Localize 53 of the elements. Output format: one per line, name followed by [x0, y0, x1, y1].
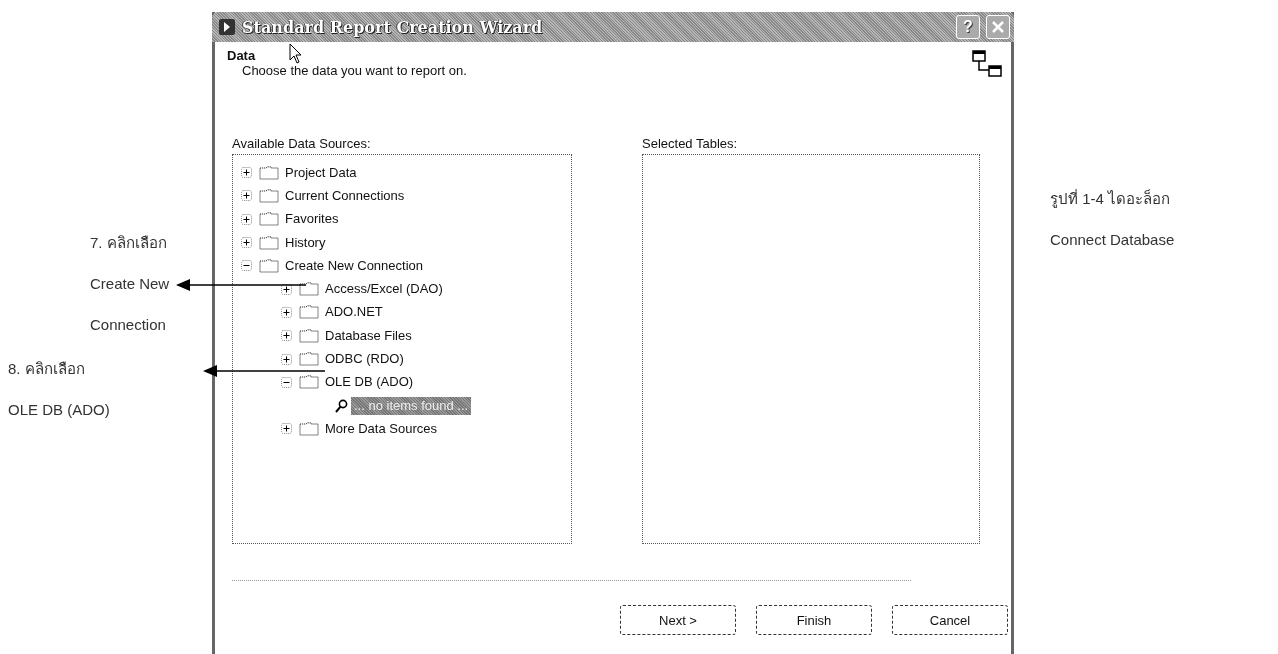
expand-icon[interactable] — [281, 283, 292, 295]
expand-icon[interactable] — [281, 330, 292, 342]
folder-icon — [299, 352, 319, 366]
folder-icon — [259, 188, 279, 203]
caption-text: Connect Database — [1050, 230, 1175, 250]
tree-item[interactable]: Favorites — [282, 210, 342, 229]
tree-item[interactable]: Access/Excel (DAO) — [322, 280, 446, 299]
tree-item[interactable]: OLE DB (ADO) — [322, 373, 417, 392]
list-label: Selected Tables: — [642, 136, 739, 151]
annotation-text: 8. คลิกเลือก — [8, 359, 86, 379]
tree-item[interactable]: ODBC (RDO) — [322, 350, 407, 368]
expand-icon[interactable] — [241, 213, 252, 225]
close-icon — [991, 20, 1005, 34]
tree-item[interactable]: ADO.NET — [322, 303, 386, 322]
expand-icon[interactable] — [281, 423, 292, 435]
annotation-text: 7. คลิกเลือก — [90, 233, 168, 253]
folder-icon — [299, 375, 319, 390]
annotation-text: OLE DB (ADO) — [8, 400, 110, 420]
tree-item[interactable]: History — [282, 233, 329, 252]
expand-icon[interactable] — [281, 353, 292, 365]
collapse-icon[interactable] — [241, 260, 252, 272]
cancel-button[interactable]: Cancel — [892, 605, 1008, 635]
expand-icon[interactable] — [241, 167, 252, 179]
caption-text: รูปที่ 1-4 ไดอะล็อก — [1050, 188, 1171, 209]
annotation-text: Connection — [90, 315, 167, 335]
search-icon — [335, 398, 348, 413]
step-description: Choose the data you want to report on. — [241, 63, 467, 78]
list-label: Available Data Sources: — [232, 136, 372, 151]
step-title: Data — [227, 48, 256, 63]
tree-item[interactable]: Project Data — [282, 163, 360, 182]
tables-icon — [971, 48, 1003, 80]
tree-item[interactable]: Current Connections — [282, 186, 408, 205]
cursor-icon — [289, 43, 303, 65]
annotation-text: Create New — [90, 274, 170, 294]
collapse-icon[interactable] — [281, 376, 292, 388]
folder-icon — [259, 212, 279, 227]
next-button[interactable]: Next > — [620, 605, 736, 635]
folder-icon — [299, 282, 319, 297]
finish-button[interactable]: Finish — [756, 605, 872, 635]
folder-icon — [299, 328, 319, 343]
folder-icon — [259, 258, 279, 273]
folder-icon — [299, 305, 319, 320]
expand-icon[interactable] — [281, 306, 292, 318]
window-title: Standard Report Creation Wizard — [242, 17, 543, 37]
expand-icon[interactable] — [241, 190, 252, 202]
tree-item[interactable]: More Data Sources — [322, 419, 440, 438]
tree-item[interactable]: Create New Connection — [282, 256, 427, 275]
folder-icon — [259, 165, 279, 180]
tree-item[interactable]: Database Files — [322, 326, 415, 345]
folder-icon — [259, 235, 279, 250]
app-icon — [218, 18, 236, 36]
expand-icon[interactable] — [241, 237, 252, 249]
folder-icon — [299, 421, 319, 436]
